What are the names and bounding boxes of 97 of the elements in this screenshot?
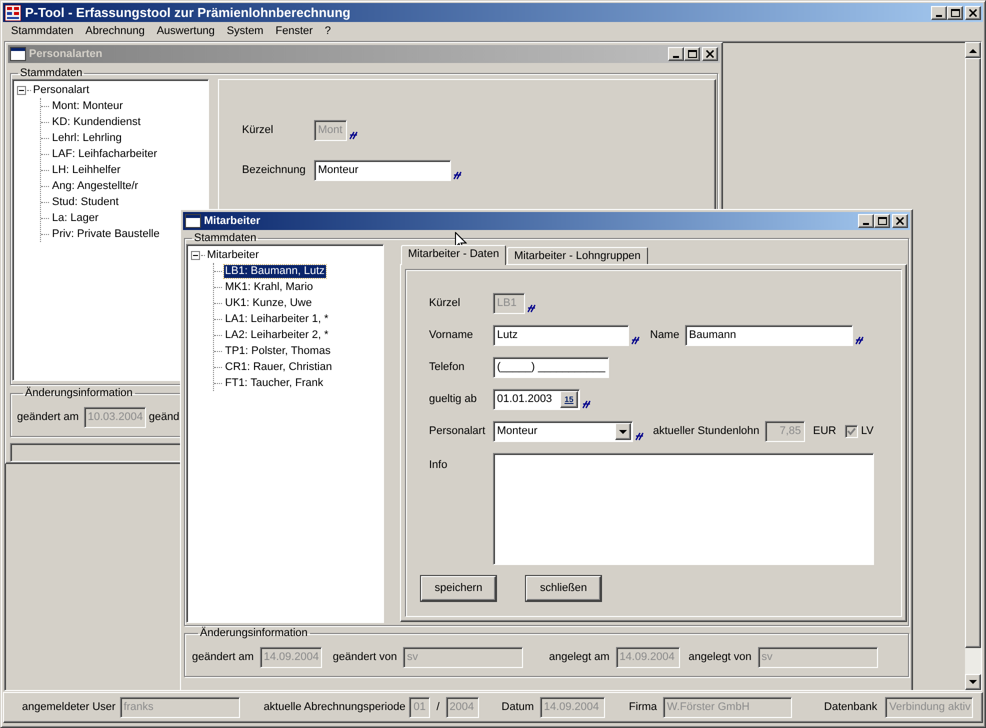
app-icon <box>5 4 21 20</box>
text-field[interactable]: Lutz <box>493 325 629 346</box>
group-label: Stammdaten <box>19 67 84 79</box>
field-label: Kürzel <box>242 123 274 138</box>
window-icon <box>10 47 26 61</box>
collapse-icon[interactable] <box>17 86 26 94</box>
field-value: 01.01.2003 <box>497 392 554 408</box>
minimize-icon <box>936 14 942 16</box>
close-button[interactable] <box>702 47 718 61</box>
window-title: Mitarbeiter <box>204 214 262 229</box>
tree-item[interactable]: Ang: Angestellte/r <box>51 180 140 192</box>
field-label: angemeldeter User <box>22 700 116 716</box>
maximize-button[interactable] <box>947 6 963 20</box>
minimize-icon <box>863 223 869 225</box>
tree-item[interactable]: CR1: Rauer, Christian <box>224 360 333 374</box>
field-label: Bezeichnung <box>242 163 307 178</box>
field-label: geändert am <box>17 410 79 426</box>
group-label: Änderungsinformation <box>24 387 134 399</box>
maximize-button[interactable] <box>874 214 890 228</box>
maximize-icon <box>878 217 886 225</box>
tree-item[interactable]: La: Lager <box>51 212 100 224</box>
maximize-icon <box>950 8 960 16</box>
maximize-button[interactable] <box>684 47 700 61</box>
scroll-up-button[interactable] <box>965 42 981 58</box>
field-label: / <box>436 700 440 716</box>
minimize-icon <box>673 56 679 58</box>
tree-item[interactable]: Priv: Private Baustelle <box>51 228 161 240</box>
field-label: geänd <box>148 410 180 426</box>
text-field[interactable]: Monteur <box>314 160 451 181</box>
window-title: P-Tool - Erfassungstool zur Prämienlohnberechnung <box>25 4 352 22</box>
field-label: Telefon <box>429 360 466 376</box>
dropdown[interactable]: Monteur <box>493 421 633 442</box>
minimize-button[interactable] <box>858 214 874 228</box>
menu-item[interactable]: Auswertung <box>150 23 221 40</box>
text-field[interactable]: Baumann <box>685 325 853 346</box>
field-label: gueltig ab <box>429 392 478 408</box>
tree-item[interactable]: LAF: Leihfacharbeiter <box>51 148 158 160</box>
maximize-icon <box>688 50 696 58</box>
calendar-button[interactable]: 15 <box>560 391 578 408</box>
field-label: angelegt am <box>548 650 610 666</box>
tree-item[interactable]: KD: Kundendienst <box>51 116 142 128</box>
close-icon <box>896 217 904 225</box>
menu-item[interactable]: Stammdaten <box>5 23 80 40</box>
tree-item[interactable]: Mitarbeiter <box>206 246 260 264</box>
group-label: Änderungsinformation <box>199 627 309 639</box>
window-icon <box>185 214 201 228</box>
field-label: aktuelle Abrechnungsperiode <box>264 700 406 716</box>
tree-item[interactable]: LB1: Baumann, Lutz <box>224 264 326 278</box>
scroll-down-button[interactable] <box>965 674 981 690</box>
arrow-up-icon <box>969 48 977 52</box>
field-label: Kürzel <box>429 296 462 312</box>
tree-item[interactable]: LA2: Leiharbeiter 2, * <box>224 328 330 342</box>
tree-item[interactable]: LH: Leihhelfer <box>51 164 122 176</box>
button[interactable]: schließen <box>526 576 601 601</box>
tree-item[interactable]: Stud: Student <box>51 196 120 208</box>
field-label: EUR <box>813 424 838 440</box>
minimize-button[interactable] <box>668 47 684 61</box>
menu-item[interactable]: Fenster <box>269 23 319 40</box>
close-button[interactable] <box>892 214 908 228</box>
menu-item[interactable]: ? <box>318 23 337 40</box>
button[interactable]: speichern <box>421 576 496 601</box>
date-field[interactable]: 01.01.2003 15 <box>493 389 580 410</box>
tree-item[interactable]: FT1: Taucher, Frank <box>224 376 324 390</box>
window-title: Personalarten <box>29 46 104 62</box>
field-label: Vorname <box>429 328 474 344</box>
field-label: Info <box>429 458 448 473</box>
field-label: aktueller Stundenlohn <box>653 424 760 440</box>
text-field[interactable]: (_____) ___________ <box>493 357 609 378</box>
field-label: angelegt von <box>688 650 752 666</box>
tree-item[interactable]: UK1: Kunze, Uwe <box>224 296 313 310</box>
arrow-down-icon <box>969 680 977 684</box>
minimize-button[interactable] <box>931 6 947 20</box>
field-label: geändert von <box>332 650 397 666</box>
tree-item[interactable]: MK1: Krahl, Mario <box>224 280 314 294</box>
text-area[interactable] <box>493 453 874 565</box>
menu-item[interactable]: System <box>220 23 270 40</box>
tree-item[interactable]: Lehrl: Lehrling <box>51 132 123 144</box>
collapse-icon[interactable] <box>191 250 200 260</box>
field-label: Datum <box>502 700 534 716</box>
close-button[interactable] <box>965 6 981 20</box>
tab[interactable]: Mitarbeiter - Daten <box>401 245 506 265</box>
field-label: Name <box>650 328 680 344</box>
close-icon <box>706 50 714 58</box>
field-label: Datenbank <box>824 700 878 716</box>
tab[interactable]: Mitarbeiter - Lohngruppen <box>507 247 648 264</box>
field-value: Monteur <box>497 424 538 440</box>
tree-item[interactable]: Mont: Monteur <box>51 100 124 112</box>
field-label: geändert am <box>192 650 254 666</box>
group-label: Stammdaten <box>193 232 258 244</box>
field-label: Firma <box>628 700 658 716</box>
tree-item[interactable]: TP1: Polster, Thomas <box>224 344 332 358</box>
field-label: LV <box>861 424 874 440</box>
field-label: Personalart <box>429 424 486 440</box>
tree-item[interactable]: LA1: Leiharbeiter 1, * <box>224 312 330 326</box>
menu-item[interactable]: Abrechnung <box>79 23 151 40</box>
tree-item[interactable]: Personalart <box>32 82 90 98</box>
close-icon <box>969 8 977 16</box>
